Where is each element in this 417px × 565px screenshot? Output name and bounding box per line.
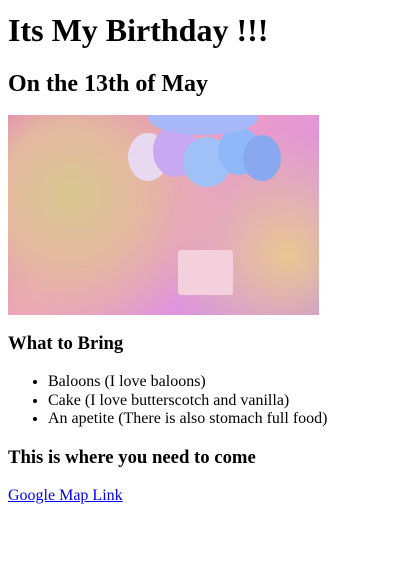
page-subtitle: On the 13th of May: [8, 71, 208, 97]
list-item: An apetite (There is also stomach full f…: [48, 410, 409, 429]
location-heading: This is where you need to come: [8, 446, 256, 468]
what-to-bring-heading: What to Bring: [8, 333, 124, 354]
list-item: Cake (I love butterscotch and vanilla): [48, 392, 409, 411]
list-item: Baloons (I love baloons): [48, 373, 409, 392]
google-map-link[interactable]: Google Map Link: [8, 487, 123, 504]
bring-list: Baloons (I love baloons) Cake (I love bu…: [8, 373, 409, 429]
page-title: Its My Birthday !!!: [8, 12, 269, 48]
balloons-gift-image: [8, 115, 319, 315]
